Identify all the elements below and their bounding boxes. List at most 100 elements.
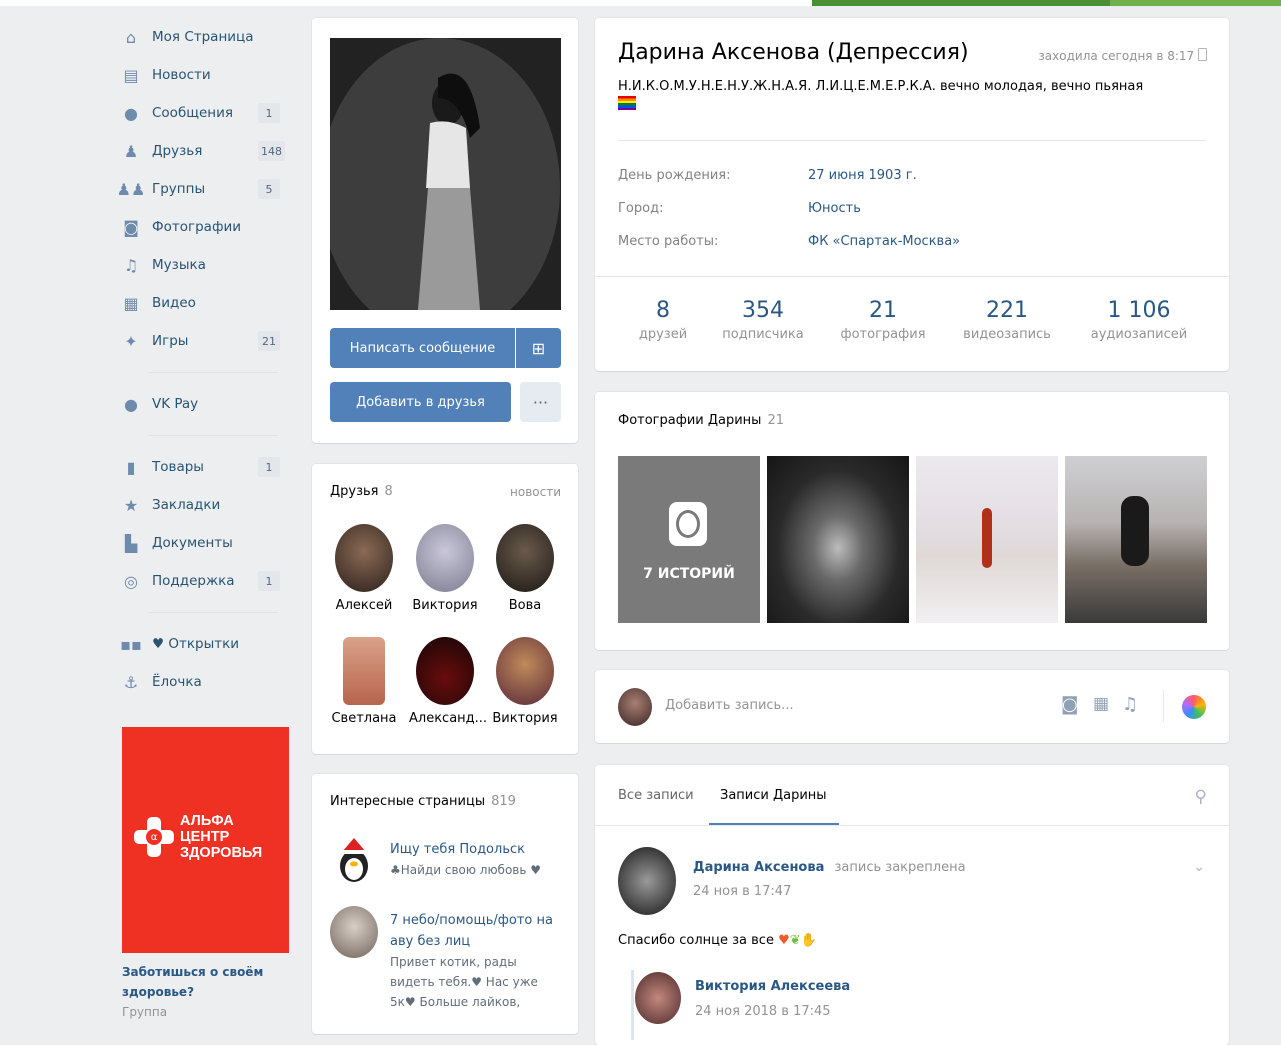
chevron-down-icon[interactable]: ⌄ [1193,859,1205,875]
repost-author[interactable]: Виктория Алексеева [695,979,850,994]
new-post-input[interactable]: Добавить запись... [665,698,794,713]
profile-status[interactable]: Н.И.К.О.М.У.Н.Е.Н.У.Ж.Н.А.Я. Л.И.Ц.Е.М.Е… [618,78,1208,116]
stories-create-icon[interactable] [1182,695,1206,719]
page-avatar[interactable] [330,836,378,884]
sidebar-item-groups[interactable]: ♟♟ Группы 5 [117,170,298,208]
friend-item[interactable]: Александ... [409,637,487,726]
friend-item[interactable]: Светлана [328,637,400,726]
sidebar-item-goods[interactable]: ▮ Товары 1 [118,448,298,486]
avatar [416,524,474,592]
avatar [343,637,385,705]
page-title: 7 небо/помощь/фото на аву без лиц [390,913,553,949]
page-avatar[interactable] [330,906,378,958]
tab-all-posts[interactable]: Все записи [618,788,694,803]
sidebar-item-photos[interactable]: ◙ Фотографии [118,208,298,246]
profile-info-card: Дарина Аксенова (Депрессия) заходила сег… [595,18,1229,371]
friend-item[interactable]: Виктория [489,637,561,726]
sidebar-item-documents[interactable]: ▙ Документы [118,524,298,562]
info-row-work: Место работы: ФК «Спартак-Москва» [618,234,961,249]
write-message-button[interactable]: Написать сообщение [330,328,515,368]
friend-item[interactable]: Вова [489,524,561,613]
tab-owner-posts[interactable]: Записи Дарины [720,788,827,803]
sidebar-item-support[interactable]: ◎ Поддержка 1 [118,562,298,600]
add-friend-button[interactable]: Добавить в друзья [330,382,511,422]
friends-news-link[interactable]: новости [510,485,561,499]
page-item[interactable]: Ищу тебя Подольск ♣Найди свою любовь ♥ [390,840,565,880]
interesting-pages-header[interactable]: Интересные страницы 819 [330,794,516,809]
sidebar-item-label: Поддержка [152,573,235,589]
photo-thumbnail[interactable] [767,456,909,623]
post-date[interactable]: 24 ноя в 17:47 [693,884,791,899]
ad-banner[interactable]: α АЛЬФА ЦЕНТР ЗДОРОВЬЯ [122,727,289,953]
sidebar-item-messages[interactable]: ● Сообщения 1 [118,94,298,132]
photos-block-header[interactable]: Фотографии Дарины 21 [618,413,784,428]
avatar [496,524,554,592]
avatar [618,688,652,726]
vkpay-icon: ● [124,394,138,414]
sidebar-item-tree[interactable]: ⚓ Ёлочка [118,663,298,701]
photo-thumbnail[interactable] [1065,456,1207,623]
photos-block: Фотографии Дарины 21 7 ИСТОРИЙ [595,392,1229,650]
sidebar-item-label: ♥ Открытки [152,636,240,652]
sidebar-item-games[interactable]: ✦ Игры 21 [118,322,298,360]
friend-item[interactable]: Алексей [328,524,400,613]
sidebar-item-vkpay[interactable]: ● VK Pay [118,385,298,423]
online-status: заходила сегодня в 8:17 [1038,48,1207,63]
stat-followers[interactable]: 354 подписчика [717,298,809,342]
post-author[interactable]: Дарина Аксенова [693,860,824,875]
avatar[interactable] [618,847,676,915]
info-row-city: Город: Юность [618,201,861,216]
page-description: ♣Найди свою любовь ♥ [390,863,542,877]
ad-subtitle: Группа [122,1005,168,1019]
stat-photos[interactable]: 21 фотография [835,298,931,342]
photo-thumbnail[interactable] [916,456,1058,623]
avatar[interactable] [635,972,681,1024]
sidebar-item-label: Товары [152,459,204,475]
more-actions-button[interactable]: ··· [520,382,561,422]
info-row-birthday: День рождения: 27 июня 1903 г. [618,168,917,183]
sidebar-item-friends[interactable]: ♟ Друзья 148 [118,132,298,170]
profile-avatar[interactable] [330,38,561,310]
divider [618,140,1206,141]
stat-videos[interactable]: 221 видеозапись [955,298,1059,342]
news-icon: ▤ [123,65,139,85]
friends-block-header[interactable]: Друзья 8 [330,484,393,499]
sidebar-item-video[interactable]: ▦ Видео [118,284,298,322]
search-icon[interactable]: ⚲ [1195,787,1207,807]
sidebar-item-postcards[interactable]: ▪▪ ♥ Открытки [118,625,298,663]
page-title: Ищу тебя Подольск [390,842,525,857]
sidebar-item-bookmarks[interactable]: ★ Закладки [118,486,298,524]
top-strip [0,0,1281,6]
friend-item[interactable]: Виктория [409,524,481,613]
rainbow-flag-icon [618,96,636,110]
post-text: Спасибо солнце за все ♥❦✋ [618,933,817,948]
ad-logo-text: АЛЬФА ЦЕНТР ЗДОРОВЬЯ [180,813,263,861]
ad-caption[interactable]: Заботишься о своём здоровье? [122,962,292,1002]
stat-audios[interactable]: 1 106 аудиозаписей [1083,298,1195,342]
counter-badge: 21 [258,331,280,351]
new-post-box: Добавить запись... ◙ ▦ ♫ [595,670,1229,743]
repost-line [631,970,634,1040]
music-attach-icon[interactable]: ♫ [1122,694,1138,715]
sidebar-item-music[interactable]: ♫ Музыка [118,246,298,284]
hand-icon: ✋ [800,933,817,948]
sidebar-item-label: Моя Страница [152,29,254,45]
sidebar-item-label: Фотографии [152,219,242,235]
mobile-icon [1198,48,1207,61]
stories-tile[interactable]: 7 ИСТОРИЙ [618,456,760,623]
sidebar-divider [148,435,278,436]
sidebar-item-news[interactable]: ▤ Новости [118,56,298,94]
stat-friends[interactable]: 8 друзей [625,298,701,342]
friends-icon: ♟ [123,141,139,161]
post-header: Дарина Аксенова запись закреплена [693,860,966,875]
repost-date[interactable]: 24 ноя 2018 в 17:45 [695,1004,831,1019]
profile-name: Дарина Аксенова (Депрессия) [618,40,969,65]
sidebar-item-my-page[interactable]: ⌂ Моя Страница [118,18,298,56]
photo-attach-icon[interactable]: ◙ [1061,694,1078,715]
gift-button[interactable]: ⊞ [516,328,561,368]
sidebar-item-label: Сообщения [152,105,234,121]
page-item[interactable]: 7 небо/помощь/фото на аву без лиц Привет… [390,910,565,1012]
video-attach-icon[interactable]: ▦ [1093,694,1109,714]
video-icon: ▦ [123,293,139,313]
sidebar-item-label: Ёлочка [152,674,202,690]
